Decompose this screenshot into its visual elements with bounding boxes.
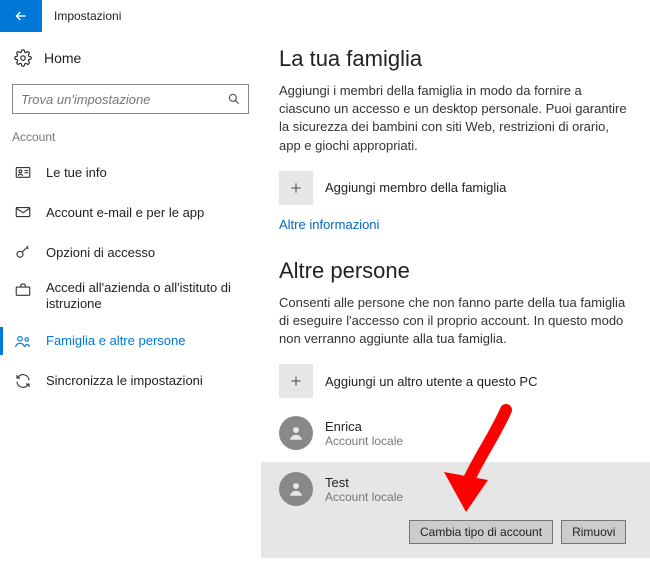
sidebar-item-label: Account e-mail e per le app [46, 205, 204, 220]
content-pane: La tua famiglia Aggiungi i membri della … [261, 32, 650, 570]
home-label: Home [44, 50, 81, 66]
others-description: Consenti alle persone che non fanno part… [279, 294, 632, 349]
add-other-user[interactable]: Aggiungi un altro utente a questo PC [279, 364, 632, 398]
mail-icon [14, 203, 32, 221]
remove-button[interactable]: Rimuovi [561, 520, 626, 544]
user-row[interactable]: Test Account locale [279, 472, 632, 520]
sync-icon [14, 372, 32, 390]
id-card-icon [14, 163, 32, 181]
add-family-label: Aggiungi membro della famiglia [325, 180, 506, 195]
back-button[interactable] [0, 0, 42, 32]
sidebar-item-signin-options[interactable]: Opzioni di accesso [0, 232, 261, 272]
avatar [279, 472, 313, 506]
arrow-left-icon [13, 8, 29, 24]
sidebar-nav: Le tue info Account e-mail e per le app … [0, 152, 261, 401]
sidebar-item-label: Sincronizza le impostazioni [46, 373, 203, 388]
search-wrap [12, 84, 249, 114]
family-heading: La tua famiglia [279, 46, 632, 72]
sidebar-item-email-accounts[interactable]: Account e-mail e per le app [0, 192, 261, 232]
user-type: Account locale [325, 490, 403, 504]
user-name: Test [325, 475, 403, 490]
gear-icon [14, 49, 32, 67]
people-icon [14, 332, 32, 350]
user-name: Enrica [325, 419, 403, 434]
sidebar-item-work-access[interactable]: Accedi all'azienda o all'istituto di ist… [0, 272, 261, 321]
home-row[interactable]: Home [0, 42, 261, 74]
more-info-link[interactable]: Altre informazioni [279, 217, 379, 232]
add-family-member[interactable]: Aggiungi membro della famiglia [279, 171, 632, 205]
user-row[interactable]: Enrica Account locale [279, 410, 632, 456]
sidebar-item-family[interactable]: Famiglia e altre persone [0, 321, 261, 361]
others-heading: Altre persone [279, 258, 632, 284]
titlebar: Impostazioni [0, 0, 650, 32]
sidebar-item-label: Le tue info [46, 165, 107, 180]
sidebar-section-label: Account [0, 130, 261, 152]
sidebar-item-label: Opzioni di accesso [46, 245, 155, 260]
change-account-type-button[interactable]: Cambia tipo di account [409, 520, 553, 544]
add-other-label: Aggiungi un altro utente a questo PC [325, 374, 537, 389]
sidebar-item-sync[interactable]: Sincronizza le impostazioni [0, 361, 261, 401]
search-input[interactable] [12, 84, 249, 114]
sidebar: Home Account Le tue info Account e-mail … [0, 32, 261, 570]
plus-icon [279, 171, 313, 205]
search-icon [227, 92, 241, 106]
sidebar-item-label: Accedi all'azienda o all'istituto di ist… [46, 280, 249, 313]
selected-user-block: Test Account locale Cambia tipo di accou… [261, 462, 650, 558]
avatar [279, 416, 313, 450]
briefcase-icon [14, 281, 32, 299]
plus-icon [279, 364, 313, 398]
family-description: Aggiungi i membri della famiglia in modo… [279, 82, 632, 155]
titlebar-label: Impostazioni [54, 9, 121, 23]
key-icon [14, 243, 32, 261]
user-type: Account locale [325, 434, 403, 448]
sidebar-item-your-info[interactable]: Le tue info [0, 152, 261, 192]
sidebar-item-label: Famiglia e altre persone [46, 333, 185, 348]
